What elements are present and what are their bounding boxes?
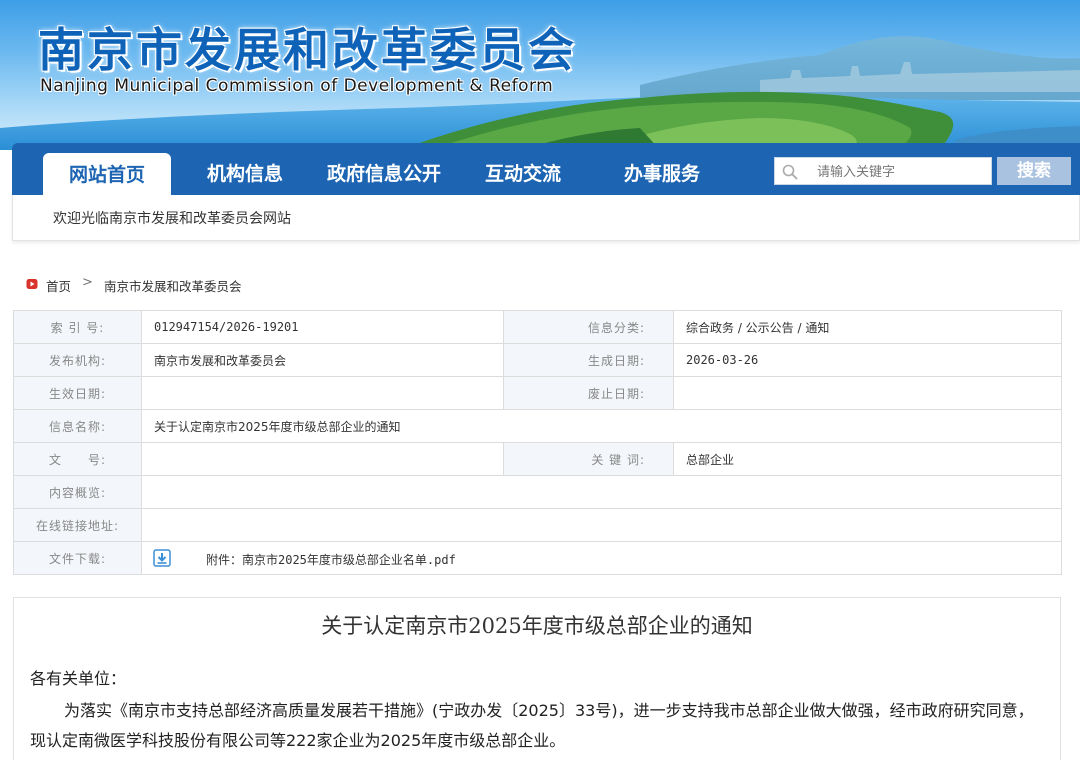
welcome-bar: 欢迎光临南京市发展和改革委员会网站 — [12, 195, 1080, 241]
meta-row: 在线链接地址: — [13, 508, 1062, 542]
publisher-value: 南京市发展和改革委员会 — [141, 343, 504, 377]
created-date-label: 生成日期: — [503, 343, 674, 377]
category-value: 综合政务 / 公示公告 / 通知 — [673, 310, 1062, 344]
info-name-value: 关于认定南京市2025年度市级总部企业的通知 — [141, 409, 1062, 443]
summary-label: 内容概览: — [13, 475, 142, 509]
file-download-cell: 附件：南京市2025年度市级总部企业名单.pdf — [141, 541, 1062, 575]
article-salutation: 各有关单位： — [30, 669, 127, 688]
search-icon — [782, 164, 798, 180]
online-link-label: 在线链接地址: — [13, 508, 142, 542]
publisher-label: 发布机构: — [13, 343, 142, 377]
site-title: 南京市发展和改革委员会 — [38, 23, 577, 77]
main-nav: 网站首页 机构信息 政府信息公开 互动交流 办事服务 搜索 — [12, 143, 1080, 195]
created-date-value: 2026-03-26 — [673, 343, 1062, 377]
document-metadata-table: 索 引 号: 012947154/2026-19201 信息分类: 综合政务 /… — [13, 310, 1062, 575]
meta-row: 内容概览: — [13, 475, 1062, 509]
site-banner: 南京市发展和改革委员会 Nanjing Municipal Commission… — [0, 0, 1080, 150]
meta-row: 索 引 号: 012947154/2026-19201 信息分类: 综合政务 /… — [13, 310, 1062, 344]
attachment-link[interactable]: 附件：南京市2025年度市级总部企业名单.pdf — [206, 551, 456, 568]
meta-row: 发布机构: 南京市发展和改革委员会 生成日期: 2026-03-26 — [13, 343, 1062, 377]
keywords-value: 总部企业 — [673, 442, 1062, 476]
nav-services[interactable]: 办事服务 — [624, 143, 700, 195]
nav-home[interactable]: 网站首页 — [43, 153, 171, 195]
breadcrumb-home[interactable]: 首页 — [46, 276, 71, 295]
online-link-value — [141, 508, 1062, 542]
article: 关于认定南京市2025年度市级总部企业的通知 各有关单位： 为落实《南京市支持总… — [13, 597, 1061, 760]
effective-date-value — [141, 376, 504, 410]
download-icon[interactable] — [153, 549, 171, 567]
home-icon — [26, 279, 38, 289]
meta-row: 生效日期: 废止日期: — [13, 376, 1062, 410]
article-body: 为落实《南京市支持总部经济高质量发展若干措施》(宁政办发〔2025〕33号)，进… — [30, 701, 1034, 750]
search-button[interactable]: 搜索 — [997, 157, 1071, 185]
effective-date-label: 生效日期: — [13, 376, 142, 410]
article-title: 关于认定南京市2025年度市级总部企业的通知 — [321, 614, 753, 638]
index-value: 012947154/2026-19201 — [141, 310, 504, 344]
search-input[interactable] — [817, 161, 987, 183]
welcome-text: 欢迎光临南京市发展和改革委员会网站 — [53, 211, 291, 227]
category-label: 信息分类: — [503, 310, 674, 344]
meta-row: 文 号: 关 键 词: 总部企业 — [13, 442, 1062, 476]
file-download-label: 文件下载: — [13, 541, 142, 575]
nav-organization[interactable]: 机构信息 — [207, 143, 283, 195]
meta-row: 信息名称: 关于认定南京市2025年度市级总部企业的通知 — [13, 409, 1062, 443]
site-subtitle: Nanjing Municipal Commission of Developm… — [40, 76, 554, 96]
doc-number-value — [141, 442, 504, 476]
nav-gov-info-disclosure[interactable]: 政府信息公开 — [327, 143, 441, 195]
meta-row: 文件下载: 附件：南京市2025年度市级总部企业名单.pdf — [13, 541, 1062, 575]
breadcrumb-separator: > — [82, 275, 93, 290]
keywords-label: 关 键 词: — [503, 442, 674, 476]
doc-number-label: 文 号: — [13, 442, 142, 476]
info-name-label: 信息名称: — [13, 409, 142, 443]
expired-date-label: 废止日期: — [503, 376, 674, 410]
expired-date-value — [673, 376, 1062, 410]
breadcrumb-current[interactable]: 南京市发展和改革委员会 — [104, 276, 242, 295]
search-box — [774, 157, 992, 185]
summary-value — [141, 475, 1062, 509]
nav-interaction[interactable]: 互动交流 — [485, 143, 561, 195]
index-label: 索 引 号: — [13, 310, 142, 344]
